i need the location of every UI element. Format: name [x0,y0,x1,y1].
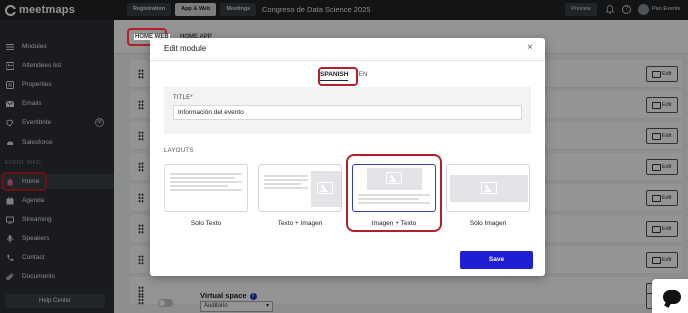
layout-option-solo-texto[interactable] [164,164,248,212]
title-input[interactable]: Información del evento [173,105,522,120]
layout-highlight [346,154,442,232]
chat-icon [663,290,681,304]
image-icon [481,182,497,194]
layout-option-solo-imagen[interactable] [446,164,530,212]
modal-title: Edit module [164,44,207,53]
text-lines [170,173,242,193]
image-placeholder [450,175,528,202]
title-label: TITLE* [173,95,193,101]
layout-name: Texto + Imagen [277,220,323,227]
save-button[interactable]: Save [460,251,533,269]
chat-widget[interactable] [652,279,688,313]
close-icon[interactable]: × [527,43,533,53]
image-placeholder [311,171,341,207]
text-lines [264,175,308,191]
lang-tab-en[interactable]: EN [358,71,367,81]
title-panel: TITLE* Información del evento [164,87,531,134]
layout-name: Sólo Imagen [469,220,507,227]
modal-header: Edit module × [150,38,545,61]
layout-name: Solo Texto [190,220,222,227]
layout-option-texto-imagen[interactable] [258,164,342,212]
spanish-highlight [318,67,358,86]
layouts-label: LAYOUTS [164,148,194,154]
image-icon [317,182,333,194]
